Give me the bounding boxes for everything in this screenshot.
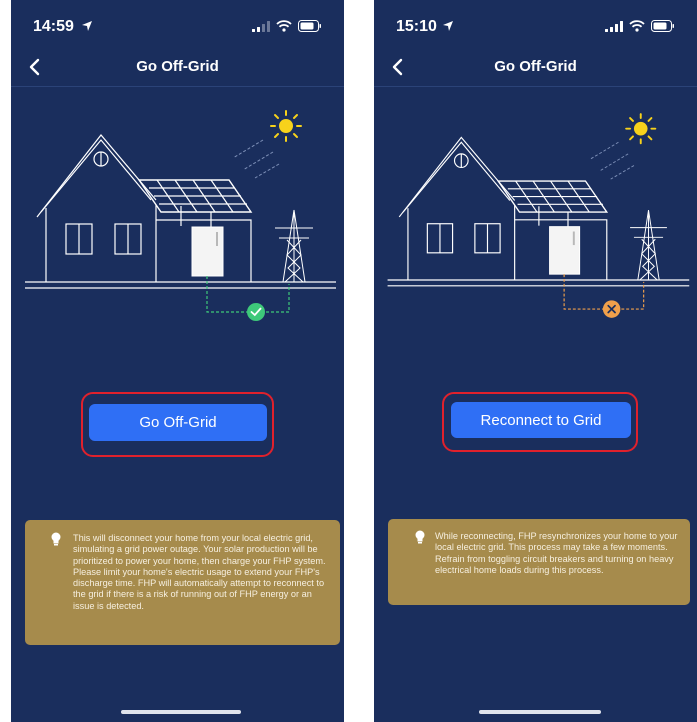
info-card: While reconnecting, FHP resynchronizes y… bbox=[388, 519, 690, 605]
info-text: This will disconnect your home from your… bbox=[73, 533, 326, 611]
cellular-signal-icon bbox=[252, 20, 270, 32]
house-grid-illustration bbox=[387, 113, 690, 318]
info-card: This will disconnect your home from your… bbox=[25, 520, 340, 645]
home-indicator[interactable] bbox=[121, 710, 241, 714]
battery-icon bbox=[651, 20, 674, 32]
status-time: 14:59 bbox=[33, 18, 74, 35]
go-off-grid-button[interactable]: Go Off-Grid bbox=[89, 404, 267, 441]
status-bar: 15:10 bbox=[374, 0, 697, 50]
battery-icon bbox=[298, 20, 321, 32]
sun-rays-icon bbox=[589, 141, 635, 180]
divider bbox=[374, 86, 697, 87]
phone-screen-reconnect: 15:10 Go Off-Grid Reconnect to Grid Whil… bbox=[374, 0, 697, 722]
page-title: Go Off-Grid bbox=[494, 58, 577, 75]
reconnect-to-grid-button[interactable]: Reconnect to Grid bbox=[451, 402, 631, 438]
location-arrow-icon bbox=[82, 21, 92, 31]
navigation-bar: Go Off-Grid bbox=[374, 50, 697, 86]
wifi-icon bbox=[276, 20, 292, 32]
lightbulb-icon bbox=[415, 530, 425, 544]
location-arrow-icon bbox=[443, 21, 453, 31]
check-icon bbox=[247, 303, 265, 321]
power-pylon-icon bbox=[275, 209, 313, 283]
cellular-signal-icon bbox=[605, 20, 623, 32]
sun-rays-icon bbox=[232, 139, 280, 179]
battery-unit bbox=[549, 226, 581, 275]
divider bbox=[11, 86, 344, 87]
page-title: Go Off-Grid bbox=[136, 58, 219, 75]
wifi-icon bbox=[629, 20, 645, 32]
close-icon bbox=[602, 300, 621, 318]
sun-icon bbox=[270, 110, 302, 142]
house-outline bbox=[25, 134, 336, 289]
home-indicator[interactable] bbox=[479, 710, 601, 714]
house-outline bbox=[387, 136, 690, 287]
sun-icon bbox=[625, 113, 657, 145]
battery-unit bbox=[191, 226, 224, 277]
status-bar: 14:59 bbox=[11, 0, 344, 50]
info-text: While reconnecting, FHP resynchronizes y… bbox=[435, 531, 678, 575]
lightbulb-icon bbox=[51, 532, 61, 546]
navigation-bar: Go Off-Grid bbox=[11, 50, 344, 86]
phone-screen-go-off-grid: 14:59 Go Off-Grid Go Off-Grid This will … bbox=[11, 0, 344, 722]
status-time: 15:10 bbox=[396, 18, 437, 35]
house-grid-illustration bbox=[25, 110, 336, 321]
power-pylon-icon bbox=[630, 210, 667, 281]
